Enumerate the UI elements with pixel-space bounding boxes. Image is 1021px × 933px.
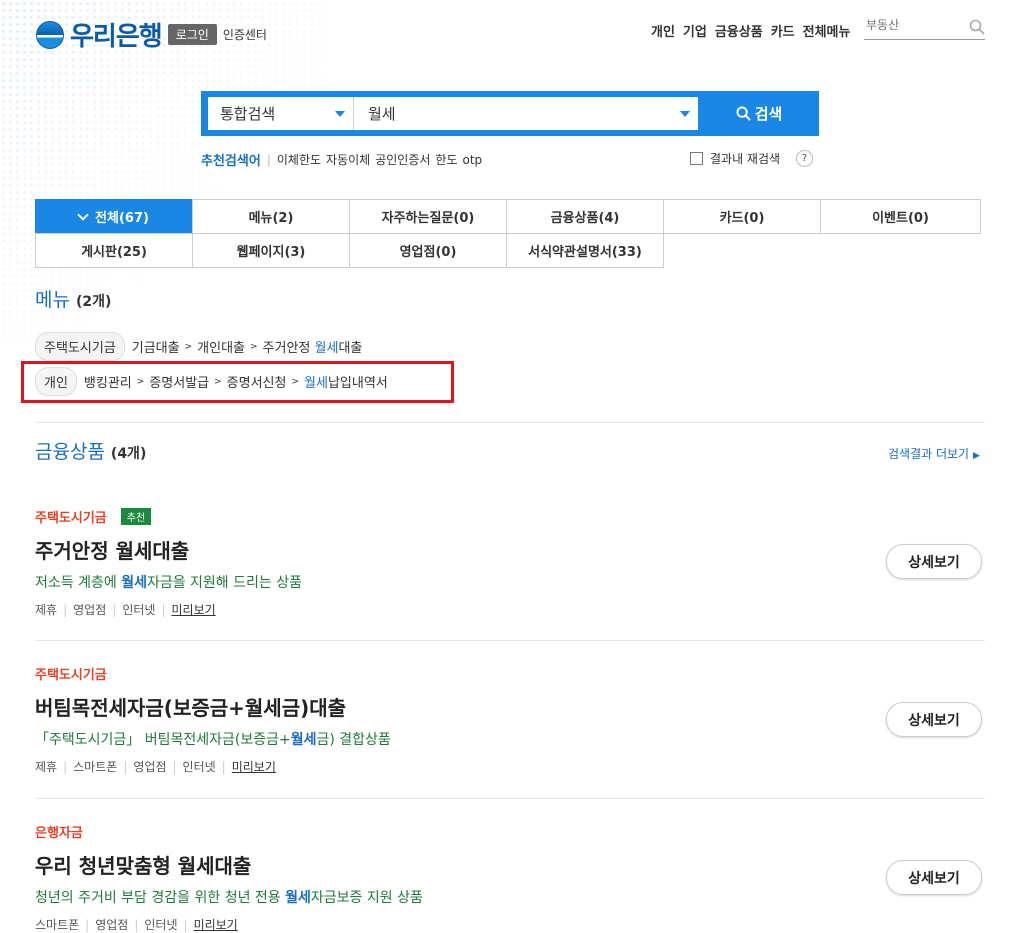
preview-link[interactable]: 미리보기 — [194, 916, 238, 933]
chevron-down-icon — [335, 110, 345, 117]
tab-faq[interactable]: 자주하는질문(0) — [349, 199, 507, 234]
nav-item-card[interactable]: 카드 — [771, 21, 795, 40]
search-button-label: 검색 — [754, 105, 783, 123]
woori-logo-icon — [36, 20, 64, 49]
tab-webpage[interactable]: 웹페이지(3) — [192, 233, 350, 268]
product-category: 주택도시기금 — [35, 668, 107, 683]
login-button[interactable]: 로그인 — [167, 24, 217, 45]
tab-branch[interactable]: 영업점(0) — [349, 233, 507, 268]
path-step: 개인대출 — [197, 341, 245, 356]
product-tag: 영업점 — [95, 918, 129, 932]
search-icon — [736, 106, 751, 121]
research-label: 결과내 재검색 — [710, 152, 781, 166]
section-count: (4개) — [110, 446, 147, 462]
brand-name: 우리은행 — [70, 22, 163, 52]
product-tag: 스마트폰 — [73, 760, 118, 774]
recommend-keyword[interactable]: 한도 — [435, 151, 457, 168]
recommend-keyword[interactable]: 자동이체 — [326, 151, 370, 168]
tab-menu[interactable]: 메뉴(2) — [192, 199, 350, 234]
top-nav: 개인 기업 금융상품 카드 전체메뉴 — [651, 21, 850, 40]
product-tag: 제휴 — [35, 760, 58, 774]
product-tag: 영업점 — [133, 760, 167, 774]
divider — [35, 798, 985, 799]
arrow-right-icon: > — [184, 341, 193, 352]
section-title-text: 메뉴 — [35, 289, 70, 311]
more-results-link[interactable]: 검색결과 더보기 ▶ — [888, 445, 980, 462]
divider — [35, 422, 985, 423]
search-scope-select[interactable]: 통합검색 — [208, 97, 354, 130]
search-query-input[interactable]: 월세 — [354, 103, 698, 124]
nav-item-products[interactable]: 금융상품 — [715, 21, 763, 40]
product-desc: 청년의 주거비 부담 경감을 위한 청년 전용 월세자금보증 지원 상품 — [35, 890, 423, 906]
section-count: (2개) — [75, 294, 112, 310]
product-item: 주택도시기금 추천 주거안정 월세대출 저소득 계층에 월세자금을 지원해 드리는… — [35, 507, 985, 618]
recommend-keyword[interactable]: 공인인증서 — [375, 151, 430, 168]
search-scope-value: 통합검색 — [220, 105, 276, 123]
product-name[interactable]: 버팀목전세자금(보증금+월세금)대출 — [35, 692, 985, 721]
recommend-keyword[interactable]: 이체한도 — [277, 151, 321, 168]
tab-board[interactable]: 게시판(25) — [35, 233, 193, 268]
product-category: 은행자금 — [35, 826, 83, 841]
chevron-down-icon[interactable] — [680, 110, 690, 117]
top-search — [864, 14, 985, 40]
tab-event[interactable]: 이벤트(0) — [820, 199, 981, 234]
highlight-box — [21, 361, 454, 403]
product-desc: 「주택도시기금」 버팀목전세자금(보증금+월세금) 결합상품 — [35, 732, 391, 748]
product-name[interactable]: 우리 청년맞춤형 월세대출 — [35, 850, 985, 879]
product-item: 주택도시기금 버팀목전세자금(보증금+월세금)대출 「주택도시기금」 버팀목전세… — [35, 664, 985, 775]
product-tag: 인터넷 — [144, 918, 178, 932]
section-title-text: 금융상품 — [35, 441, 105, 463]
path-tag: 주택도시기금 — [35, 332, 125, 361]
product-tags: 제휴 | 영업점 | 인터넷 | 미리보기 — [35, 601, 216, 618]
divider: | — [266, 152, 271, 167]
top-search-input[interactable] — [864, 14, 964, 36]
preview-link[interactable]: 미리보기 — [171, 601, 215, 618]
search-button[interactable]: 검색 — [699, 91, 819, 136]
tab-card[interactable]: 카드(0) — [663, 199, 821, 234]
main-search-box: 통합검색 월세 검색 — [201, 91, 819, 136]
recommend-title: 추천검색어 — [201, 154, 261, 169]
product-tag: 스마트폰 — [35, 918, 80, 932]
product-section-title: 금융상품 (4개) — [35, 437, 146, 464]
product-name[interactable]: 주거안정 월세대출 — [35, 535, 985, 564]
menu-section-title: 메뉴 (2개) — [35, 285, 111, 312]
cert-center-link[interactable]: 인증센터 — [223, 26, 267, 43]
preview-link[interactable]: 미리보기 — [232, 758, 276, 775]
product-tag: 영업점 — [73, 603, 107, 617]
nav-item-all-menu[interactable]: 전체메뉴 — [803, 21, 851, 40]
product-tags: 스마트폰 | 영업점 | 인터넷 | 미리보기 — [35, 916, 238, 933]
result-tabs: 전체(67) 메뉴(2) 자주하는질문(0) 금융상품(4) 카드(0) 이벤트… — [35, 199, 985, 268]
path-last: 주거안정 월세대출 — [262, 341, 363, 356]
path-step: 기금대출 — [131, 341, 180, 356]
arrow-right-icon: > — [250, 341, 258, 352]
product-tag: 제휴 — [35, 603, 58, 617]
nav-item-personal[interactable]: 개인 — [651, 21, 675, 40]
divider — [35, 640, 985, 641]
product-tag: 인터넷 — [182, 760, 216, 774]
header-logo[interactable]: 우리은행 로그인 인증센터 — [36, 16, 267, 53]
tab-products[interactable]: 금융상품(4) — [506, 199, 664, 234]
detail-button[interactable]: 상세보기 — [886, 702, 982, 737]
research-option: 결과내 재검색 ? — [690, 150, 814, 167]
search-query-value: 월세 — [368, 105, 396, 123]
detail-button[interactable]: 상세보기 — [886, 544, 982, 579]
search-icon[interactable] — [969, 19, 985, 35]
product-item: 은행자금 우리 청년맞춤형 월세대출 청년의 주거비 부담 경감을 위한 청년 … — [35, 822, 985, 933]
research-checkbox[interactable] — [690, 152, 703, 165]
tab-forms[interactable]: 서식약관설명서(33) — [506, 233, 664, 268]
menu-path-1[interactable]: 주택도시기금 기금대출 > 개인대출 > 주거안정 월세대출 — [35, 332, 362, 361]
tab-all[interactable]: 전체(67) — [35, 199, 193, 234]
detail-button[interactable]: 상세보기 — [886, 860, 982, 895]
recommend-keyword[interactable]: otp — [463, 153, 483, 167]
help-icon[interactable]: ? — [796, 150, 814, 167]
product-category: 주택도시기금 — [35, 511, 107, 526]
product-desc: 저소득 계층에 월세자금을 지원해 드리는 상품 — [35, 575, 302, 591]
recommend-badge: 추천 — [120, 508, 152, 525]
product-tag: 인터넷 — [122, 603, 156, 617]
recommended-keywords: 추천검색어 | 이체한도 자동이체 공인인증서 한도 otp — [201, 150, 487, 170]
product-tags: 제휴 | 스마트폰 | 영업점 | 인터넷 | 미리보기 — [35, 758, 276, 775]
nav-item-corporate[interactable]: 기업 — [683, 21, 707, 40]
